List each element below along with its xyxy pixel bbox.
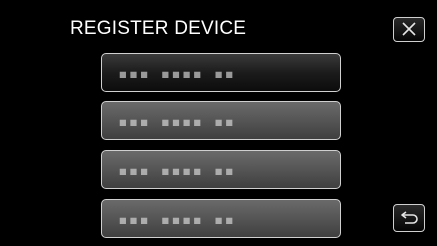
device-id-text: ▪▪▪ ▪▪▪▪ ▪▪	[118, 64, 235, 83]
close-button[interactable]	[393, 17, 425, 42]
device-id-text: ▪▪▪ ▪▪▪▪ ▪▪	[118, 210, 235, 229]
page-title: REGISTER DEVICE	[70, 18, 247, 39]
return-arrow-icon	[401, 211, 418, 224]
close-icon	[402, 22, 416, 36]
device-slot-1[interactable]: ▪▪▪ ▪▪▪▪ ▪▪	[101, 53, 341, 92]
back-button[interactable]	[393, 204, 425, 232]
device-slot-2[interactable]: ▪▪▪ ▪▪▪▪ ▪▪	[101, 101, 341, 140]
device-slot-4[interactable]: ▪▪▪ ▪▪▪▪ ▪▪	[101, 199, 341, 238]
device-slot-3[interactable]: ▪▪▪ ▪▪▪▪ ▪▪	[101, 150, 341, 189]
device-id-text: ▪▪▪ ▪▪▪▪ ▪▪	[118, 161, 235, 180]
device-id-text: ▪▪▪ ▪▪▪▪ ▪▪	[118, 112, 235, 131]
